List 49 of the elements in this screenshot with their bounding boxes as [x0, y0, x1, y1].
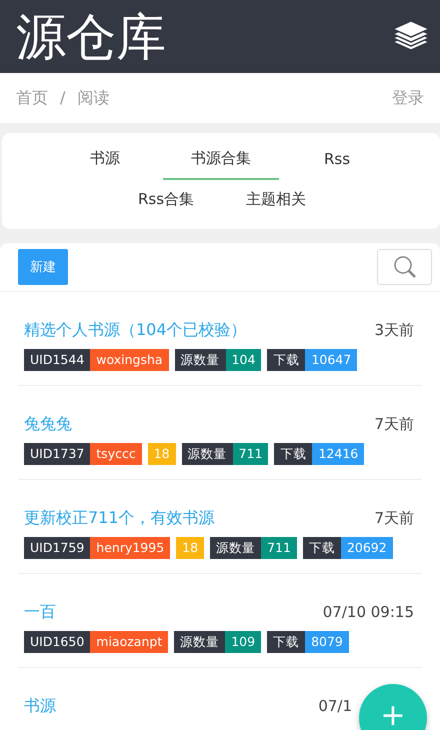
- tag: 下载: [267, 349, 306, 371]
- tag: 12416: [312, 443, 364, 465]
- source-title[interactable]: 兔兔兔: [24, 414, 72, 435]
- tag: 18: [148, 443, 176, 465]
- tag: 下载: [267, 631, 306, 653]
- breadcrumb-separator: /: [60, 88, 66, 108]
- search-icon: [392, 255, 416, 279]
- breadcrumb-link[interactable]: 首页: [16, 88, 48, 108]
- new-button[interactable]: 新建: [18, 249, 68, 285]
- tag: UID1737: [24, 443, 90, 465]
- tag: UID1544: [24, 349, 90, 371]
- tag: 711: [261, 537, 297, 559]
- tag: 源数量: [210, 537, 262, 559]
- tag: UID1650: [24, 631, 90, 653]
- tab[interactable]: Rss: [279, 143, 395, 180]
- tab[interactable]: 书源合集: [163, 143, 279, 180]
- tag: tsyccc: [90, 443, 142, 465]
- tag: 8079: [305, 631, 349, 653]
- time-label: 7天前: [374, 509, 414, 528]
- tag: 源数量: [174, 349, 226, 371]
- login-link[interactable]: 登录: [392, 88, 424, 108]
- time-label: 07/1: [318, 697, 352, 715]
- source-title[interactable]: 书源: [24, 696, 56, 717]
- tag: 源数量: [174, 631, 226, 653]
- tab[interactable]: Rss合集: [111, 186, 221, 221]
- app-title: 源仓库: [16, 12, 166, 62]
- tag: 下载: [274, 443, 312, 465]
- source-title[interactable]: 一百: [24, 602, 56, 623]
- tag: 10647: [305, 349, 358, 371]
- time-label: 07/10 09:15: [322, 603, 414, 621]
- tag: 711: [232, 443, 268, 465]
- tag: miaozanpt: [90, 631, 168, 653]
- search-button[interactable]: [377, 249, 432, 285]
- tag: 109: [225, 631, 262, 653]
- source-title[interactable]: 精选个人书源（104个已校验）: [24, 320, 247, 341]
- tag: woxingsha: [90, 349, 169, 371]
- tag: 下载: [302, 537, 341, 559]
- tag: UID1759: [24, 537, 90, 559]
- breadcrumb-current: 阅读: [77, 88, 110, 108]
- tab[interactable]: 书源: [47, 143, 163, 180]
- tag: henry1995: [90, 537, 170, 559]
- tag: 104: [226, 349, 262, 371]
- source-title[interactable]: 更新校正711个，有效书源: [24, 508, 215, 529]
- tab[interactable]: 主题相关: [221, 186, 331, 221]
- tag: 20692: [340, 537, 393, 559]
- tag: 源数量: [182, 443, 233, 465]
- time-label: 7天前: [374, 415, 414, 434]
- time-label: 3天前: [374, 321, 414, 340]
- tag: 18: [176, 537, 204, 559]
